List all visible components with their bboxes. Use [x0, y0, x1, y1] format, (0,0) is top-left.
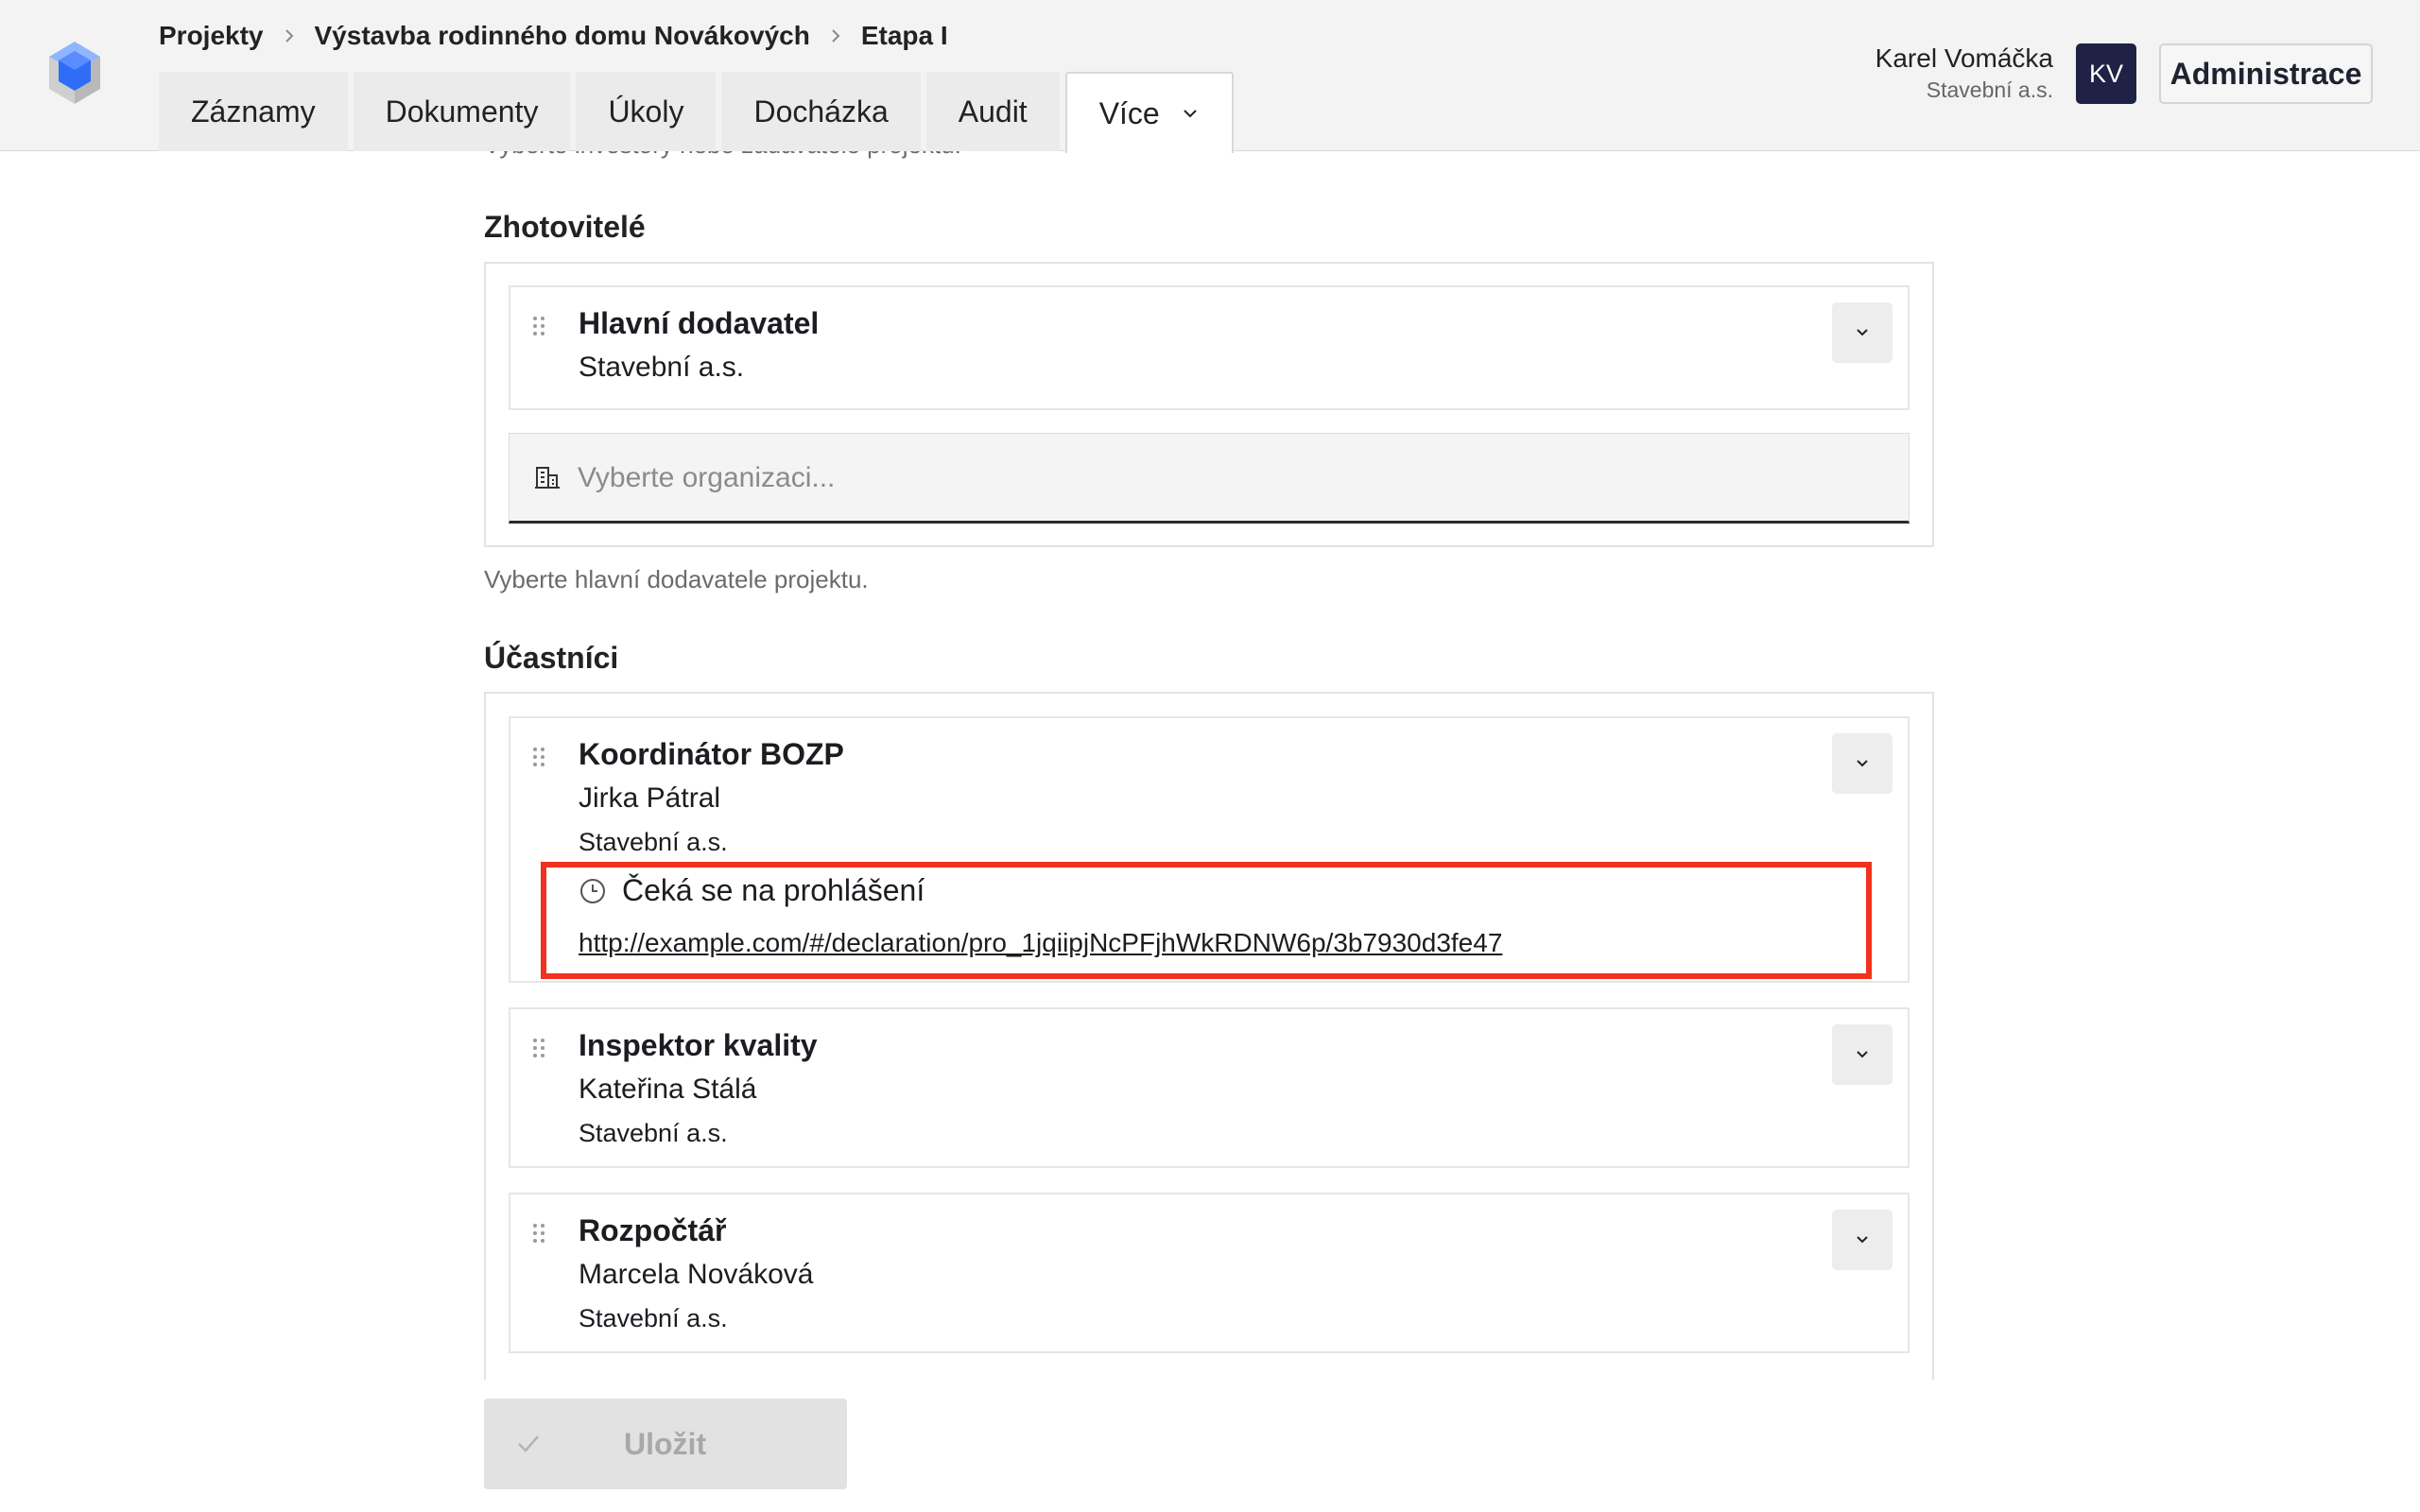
- app-header: Projekty Výstavba rodinného domu Novákov…: [0, 0, 2420, 153]
- card-org: Stavební a.s.: [579, 1304, 728, 1332]
- organization-select[interactable]: Vyberte organizaci...: [509, 433, 1910, 524]
- check-icon: [518, 1435, 539, 1452]
- drag-handle-icon[interactable]: [531, 1223, 546, 1244]
- save-button[interactable]: Uložit: [484, 1399, 847, 1489]
- drag-handle-icon[interactable]: [531, 747, 546, 767]
- user-org: Stavební a.s.: [1926, 77, 2053, 102]
- chevron-right-icon: [281, 27, 298, 44]
- card-name: Stavební a.s.: [579, 352, 745, 383]
- card-role: Koordinátor BOZP: [579, 737, 844, 771]
- card-name: Kateřina Stálá: [579, 1074, 757, 1105]
- card-org: Stavební a.s.: [579, 1119, 728, 1147]
- tab-documents[interactable]: Dokumenty: [353, 72, 571, 151]
- chevron-down-icon: [1184, 110, 1197, 118]
- expand-button[interactable]: [1832, 302, 1893, 363]
- tab-label: Dokumenty: [385, 94, 539, 129]
- breadcrumb-stage[interactable]: Etapa I: [861, 21, 948, 51]
- drag-handle-icon[interactable]: [531, 316, 546, 336]
- user-info[interactable]: Karel Vomáčka Stavební a.s.: [1876, 42, 2053, 104]
- breadcrumb-projects[interactable]: Projekty: [159, 21, 264, 51]
- chevron-right-icon: [827, 27, 844, 44]
- tab-label: Docházka: [753, 94, 889, 129]
- breadcrumb: Projekty Výstavba rodinného domu Novákov…: [159, 17, 948, 55]
- card-name: Jirka Pátral: [579, 782, 721, 814]
- expand-button[interactable]: [1832, 1210, 1893, 1270]
- tab-label: Audit: [958, 94, 1028, 129]
- tab-attendance[interactable]: Docházka: [721, 72, 921, 151]
- card-role: Inspektor kvality: [579, 1028, 818, 1062]
- cube-logo-icon[interactable]: [45, 40, 104, 106]
- administration-button[interactable]: Administrace: [2159, 43, 2373, 104]
- contractor-card: Hlavní dodavatel Stavební a.s.: [509, 285, 1910, 410]
- tab-label: Záznamy: [191, 94, 316, 129]
- contractors-title: Zhotovitelé: [484, 210, 646, 244]
- chevron-down-icon: [1857, 1051, 1868, 1058]
- card-role: Hlavní dodavatel: [579, 306, 820, 340]
- tab-label: Více: [1098, 95, 1160, 130]
- contractors-helper-text: Vyberte hlavní dodavatele projektu.: [484, 565, 869, 593]
- tab-tasks[interactable]: Úkoly: [576, 72, 717, 151]
- tab-audit[interactable]: Audit: [925, 72, 1060, 151]
- chevron-down-icon: [1857, 760, 1868, 767]
- user-name: Karel Vomáčka: [1875, 43, 2053, 73]
- participant-card: Inspektor kvality Kateřina Stálá Stavebn…: [509, 1007, 1910, 1168]
- tab-records[interactable]: Záznamy: [159, 72, 348, 151]
- expand-button[interactable]: [1832, 1024, 1893, 1085]
- tab-bar: Záznamy Dokumenty Úkoly Docházka Audit V…: [159, 72, 1234, 153]
- expand-button[interactable]: [1832, 733, 1893, 794]
- organization-select-placeholder: Vyberte organizaci...: [578, 462, 836, 493]
- drag-handle-icon[interactable]: [531, 1038, 546, 1058]
- tab-label: Úkoly: [608, 94, 684, 129]
- building-icon: [535, 467, 560, 489]
- tab-more[interactable]: Více: [1064, 72, 1234, 153]
- participant-card: Rozpočtář Marcela Nováková Stavební a.s.: [509, 1193, 1910, 1353]
- card-name: Marcela Nováková: [579, 1259, 814, 1290]
- chevron-down-icon: [1857, 329, 1868, 336]
- card-org: Stavební a.s.: [579, 828, 728, 856]
- card-role: Rozpočtář: [579, 1213, 727, 1247]
- highlight-box: [541, 862, 1872, 979]
- participants-title: Účastníci: [484, 641, 619, 675]
- chevron-down-icon: [1857, 1236, 1868, 1244]
- save-label: Uložit: [624, 1427, 707, 1461]
- breadcrumb-project[interactable]: Výstavba rodinného domu Novákových: [315, 21, 810, 51]
- avatar[interactable]: KV: [2076, 43, 2136, 104]
